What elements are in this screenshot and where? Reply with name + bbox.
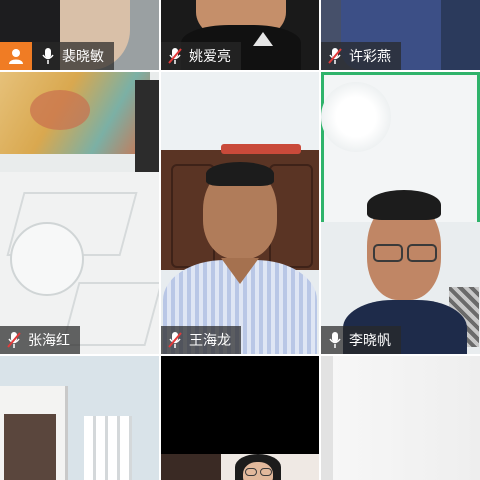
- participant-namebar: 王海龙: [161, 326, 241, 354]
- video-feed: [0, 72, 159, 354]
- video-tile[interactable]: 王海龙: [161, 72, 319, 354]
- video-feed: [0, 356, 159, 480]
- video-feed: [321, 72, 480, 354]
- participant-name: 许彩燕: [349, 49, 391, 65]
- participant-namebar: 姚爱亮: [161, 42, 241, 70]
- participant-namebar: 裴晓敏: [0, 42, 114, 70]
- video-tile-active-speaker[interactable]: 李晓帆: [321, 72, 480, 354]
- participant-namebar: 许彩燕: [321, 42, 401, 70]
- video-feed: [161, 72, 319, 354]
- participant-name: 裴晓敏: [62, 49, 104, 65]
- video-feed: [321, 356, 480, 480]
- user-avatar-icon: [0, 42, 32, 70]
- participant-name: 姚爱亮: [189, 49, 231, 65]
- video-tile[interactable]: 张海红: [0, 72, 159, 354]
- microphone-muted-icon[interactable]: [167, 331, 183, 349]
- microphone-muted-icon[interactable]: [6, 331, 22, 349]
- video-tile[interactable]: 许彩燕: [321, 0, 480, 70]
- microphone-icon[interactable]: [327, 331, 343, 349]
- microphone-muted-icon[interactable]: [167, 47, 183, 65]
- video-tile[interactable]: [161, 356, 319, 480]
- microphone-muted-icon[interactable]: [327, 47, 343, 65]
- video-feed: [161, 356, 319, 480]
- participant-namebar: 李晓帆: [321, 326, 401, 354]
- video-tile[interactable]: 裴晓敏: [0, 0, 159, 70]
- participant-name: 王海龙: [189, 333, 231, 349]
- participant-name: 张海红: [28, 333, 70, 349]
- participant-name: 李晓帆: [349, 333, 391, 349]
- video-tile[interactable]: [0, 356, 159, 480]
- participant-namebar: 张海红: [0, 326, 80, 354]
- video-tile[interactable]: [321, 356, 480, 480]
- microphone-icon[interactable]: [40, 47, 56, 65]
- video-tile[interactable]: 姚爱亮: [161, 0, 319, 70]
- video-grid: 裴晓敏 姚爱亮 许彩燕 张海红 王海龙 李晓帆: [0, 0, 480, 480]
